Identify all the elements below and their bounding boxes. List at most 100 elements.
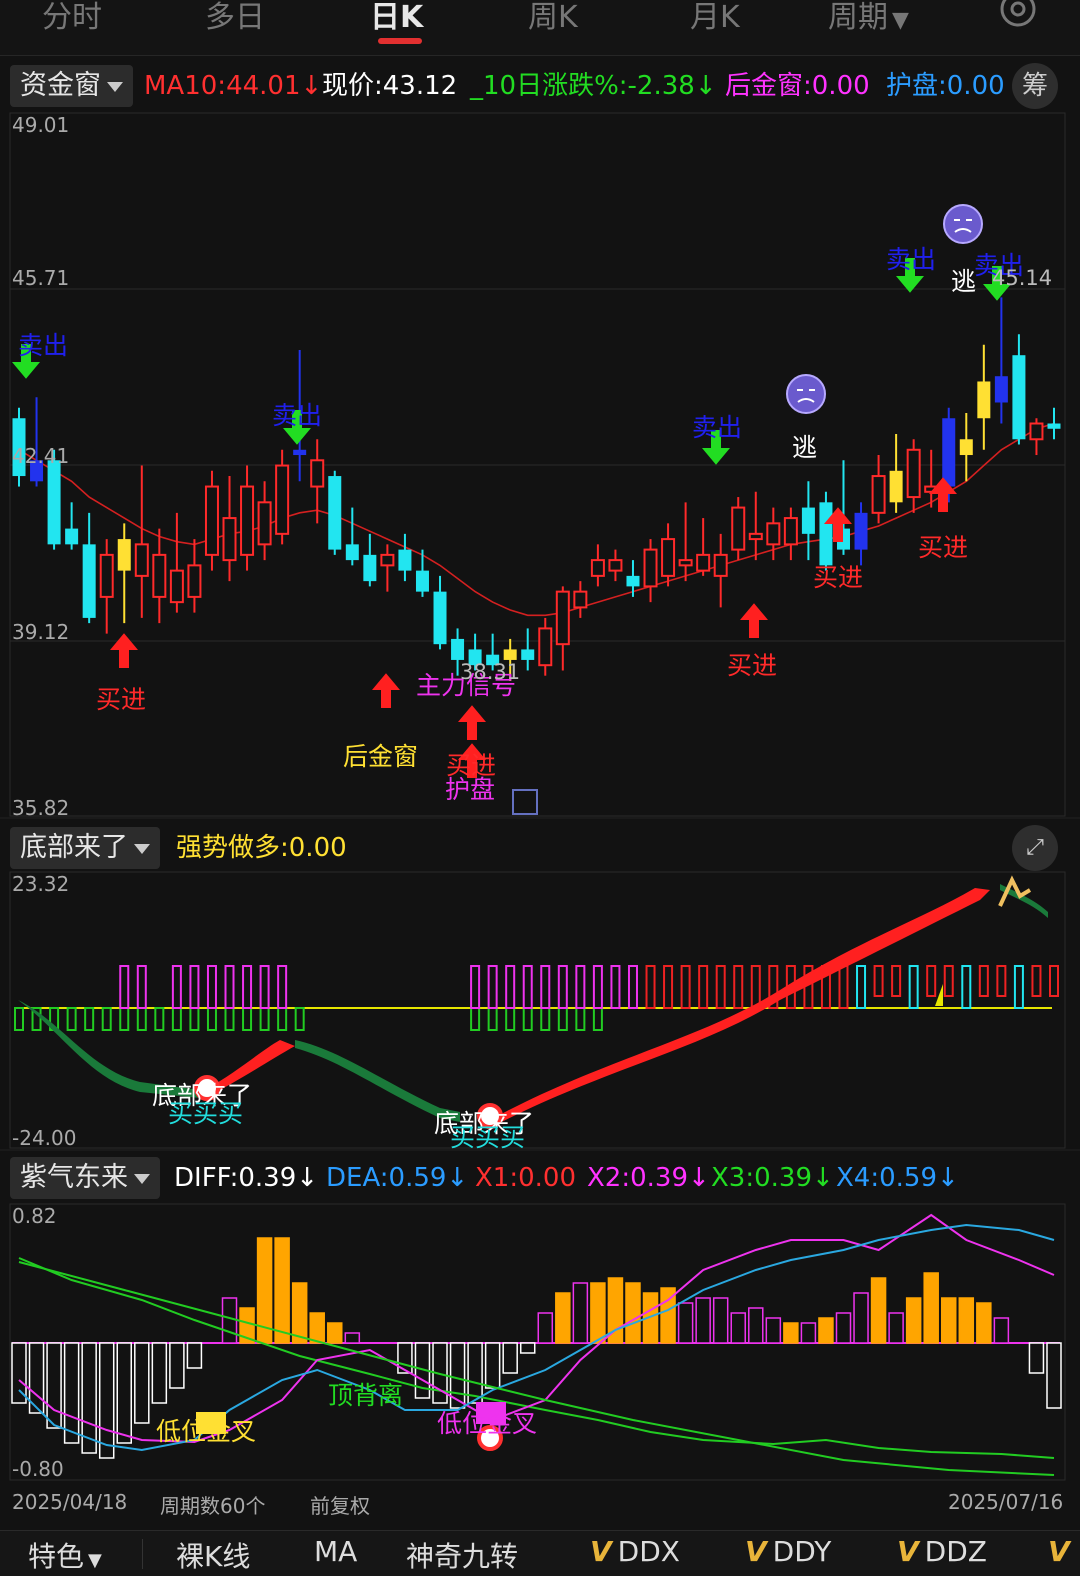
sub1-bar — [242, 965, 253, 1009]
sub1-bar — [978, 965, 989, 997]
candle-body — [748, 532, 763, 541]
sub1-bar — [733, 965, 744, 1009]
buy-signal-label: 买进 — [727, 651, 778, 680]
sub1-green-bar — [189, 1007, 200, 1031]
tab-ddz[interactable]: V DDZ — [897, 1535, 987, 1568]
tab-ddy-label: DDY — [772, 1535, 832, 1568]
escape-face-icon — [943, 204, 983, 244]
price-axis-label-3: 42.41 — [12, 444, 70, 468]
adjust-mode[interactable]: 前复权 — [310, 1490, 370, 1519]
candle-body — [871, 475, 886, 514]
macd-bar — [502, 1342, 518, 1374]
price-axis-label-4: 39.12 — [12, 620, 70, 644]
sub1-bar — [891, 965, 902, 997]
candle-body — [380, 553, 395, 567]
sub-indicator-2-header: 紫气东来 DIFF:0.39↓ DEA:0.59↓ X1:0.00 X2:0.3… — [0, 1155, 1080, 1201]
divider — [142, 1539, 143, 1569]
x1-value: X1:0.00 — [475, 1163, 577, 1193]
sub1-green-bar — [522, 1007, 533, 1031]
candle-body — [451, 638, 465, 660]
caret-down-icon — [134, 1173, 150, 1184]
sub1-bar — [1031, 965, 1042, 997]
x4-value: X4:0.59↓ — [836, 1163, 959, 1193]
candlestick-chart[interactable] — [0, 0, 1080, 1530]
macd-bar — [309, 1312, 325, 1344]
sub1-bar — [206, 965, 217, 1009]
sub1-bar — [961, 965, 972, 1009]
sub1-bar — [540, 965, 551, 1009]
sub1-bar — [698, 965, 709, 1009]
tab-ddy[interactable]: V DDY — [745, 1535, 831, 1568]
macd-bar — [327, 1322, 343, 1344]
sub1-bar — [610, 965, 621, 1009]
candle-body — [293, 449, 307, 456]
high-price-marker: 45.14 — [992, 266, 1053, 290]
tab-special[interactable]: 特色 ▼ — [28, 1535, 102, 1575]
candle-body — [398, 549, 412, 571]
macd-bar — [274, 1237, 290, 1344]
macd-bar — [976, 1302, 992, 1344]
candle-body — [801, 507, 815, 534]
macd-bar — [116, 1342, 133, 1444]
sub1-green-bar — [84, 1007, 95, 1031]
sub1-green-bar — [66, 1007, 77, 1031]
sub1-axis-label-bottom: -24.00 — [12, 1126, 77, 1150]
sub1-bar — [908, 965, 919, 1009]
sub1-bar — [715, 965, 726, 1009]
guard-label: 护盘 — [445, 775, 496, 804]
sub1-green-bar — [277, 1007, 288, 1031]
sub1-bar — [1049, 965, 1059, 997]
low-golden-cross-label: 低位金叉 — [437, 1409, 538, 1438]
candle-body — [204, 485, 219, 556]
sub1-green-bar — [154, 1007, 165, 1031]
candle-body — [819, 502, 833, 566]
strong-long-value: 强势做多:0.00 — [176, 833, 347, 863]
candle-body — [643, 548, 658, 588]
macd-bar — [221, 1297, 238, 1344]
macd-bar — [993, 1317, 1010, 1344]
buy-buy-buy-label: 买买买 — [168, 1099, 244, 1128]
macd-bar — [677, 1302, 694, 1344]
sub1-bar — [575, 965, 586, 1009]
sub1-bar — [470, 965, 481, 1009]
escape-signal-label: 逃 — [951, 267, 977, 296]
indicator-tab-bar: 特色 ▼ 裸K线 MA 神奇九转 V DDX V DDY V DDZ V — [0, 1530, 1080, 1576]
sub1-green-bar — [487, 1007, 498, 1031]
candle-body — [99, 553, 114, 598]
fullscreen-toggle-icon[interactable] — [512, 789, 538, 815]
buy-arrow-icon — [372, 673, 400, 708]
caret-down-icon — [134, 843, 150, 854]
tab-ddx[interactable]: V DDX — [590, 1535, 680, 1568]
candle-body — [608, 559, 623, 572]
candle-body — [65, 528, 79, 545]
sub1-bar — [680, 965, 691, 1009]
sub1-green-bar — [101, 1007, 112, 1031]
sell-signal-label: 卖出 — [272, 401, 323, 430]
candle-body — [1029, 422, 1044, 441]
sub1-bar — [873, 965, 884, 997]
candle-body — [977, 381, 991, 419]
sub1-green-bar — [206, 1007, 217, 1031]
tab-ma[interactable]: MA — [314, 1535, 357, 1568]
candle-body — [906, 448, 921, 499]
macd-bar — [572, 1282, 589, 1344]
sub-indicator-2-selector[interactable]: 紫气东来 — [10, 1157, 160, 1199]
tab-ddx-label: DDX — [617, 1535, 680, 1568]
sub1-green-bar — [242, 1007, 253, 1031]
x2-value: X2:0.39↓ — [587, 1163, 710, 1193]
tab-naked-k[interactable]: 裸K线 — [176, 1535, 250, 1575]
candle-body — [169, 569, 184, 604]
sub1-green-bar — [119, 1007, 130, 1031]
candle-body — [661, 538, 676, 577]
macd-bar — [1046, 1342, 1062, 1409]
candle-body — [47, 460, 61, 545]
buy-arrow-icon — [740, 603, 768, 638]
candle-body — [521, 649, 535, 660]
sub-indicator-1-selector[interactable]: 底部来了 — [10, 827, 160, 869]
tab-more-v[interactable]: V — [1048, 1535, 1076, 1568]
price-axis-label-top: 49.01 — [12, 113, 70, 137]
tab-magic-nine[interactable]: 神奇九转 — [406, 1535, 518, 1575]
vip-icon: V — [590, 1535, 612, 1568]
expand-icon[interactable]: ⤢ — [1012, 825, 1058, 871]
sub1-bar — [277, 965, 288, 1009]
